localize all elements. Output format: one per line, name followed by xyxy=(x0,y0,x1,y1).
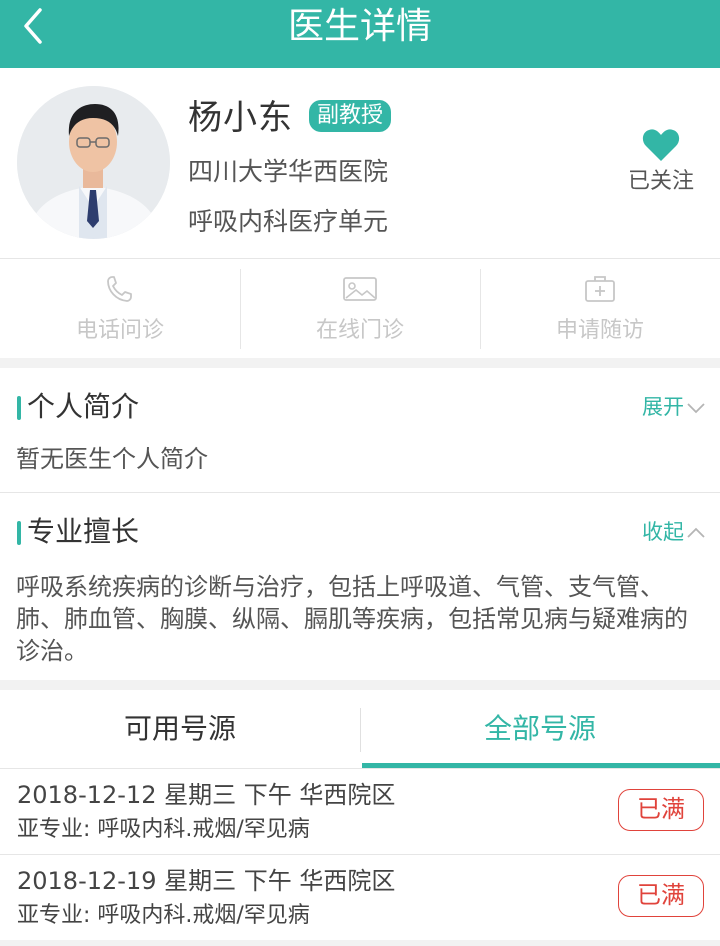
schedule-slot[interactable]: 2018-12-19 星期三 下午 华西院区 亚专业: 呼吸内科.戒烟/罕见病 … xyxy=(0,854,720,940)
phone-consult-label: 电话问诊 xyxy=(75,318,164,343)
slot-subspecialty: 亚专业: 呼吸内科.戒烟/罕见病 xyxy=(17,817,310,842)
tab-available-slots[interactable]: 可用号源 xyxy=(0,690,360,768)
phone-icon xyxy=(107,276,132,302)
slot-date: 2018-12-19 星期三 下午 华西院区 xyxy=(17,867,396,895)
consult-actions: 电话问诊 在线门诊 申请随访 xyxy=(0,258,720,358)
expertise-title: 专业擅长 xyxy=(27,515,140,548)
slot-subspecialty: 亚专业: 呼吸内科.戒烟/罕见病 xyxy=(17,903,310,928)
heart-icon xyxy=(642,129,680,161)
expertise-text: 呼吸系统疾病的诊断与治疗，包括上呼吸道、气管、支气管、肺、肺血管、胸膜、纵隔、膈… xyxy=(16,573,688,665)
medical-kit-icon xyxy=(585,276,615,302)
intro-section: 个人简介 展开 暂无医生个人简介 xyxy=(0,368,720,492)
follow-up-request-label: 申请随访 xyxy=(555,318,644,343)
doctor-hospital: 四川大学华西医院 xyxy=(188,157,389,186)
follow-up-request-button[interactable]: 申请随访 xyxy=(480,259,720,359)
section-marker xyxy=(17,396,21,420)
tab-all-slots[interactable]: 全部号源 xyxy=(360,690,720,768)
online-clinic-label: 在线门诊 xyxy=(315,318,404,343)
image-icon xyxy=(343,277,377,301)
expertise-collapse-button[interactable]: 收起 xyxy=(642,518,706,546)
intro-text: 暂无医生个人简介 xyxy=(16,445,208,473)
doctor-profile: 杨小东 副教授 四川大学华西医院 呼吸内科医疗单元 已关注 xyxy=(0,68,720,258)
slot-date: 2018-12-12 星期三 下午 华西院区 xyxy=(17,781,396,809)
section-marker xyxy=(17,521,21,545)
schedule-slot[interactable]: 2018-12-12 星期三 下午 华西院区 亚专业: 呼吸内科.戒烟/罕见病 … xyxy=(0,768,720,854)
expertise-collapse-label: 收起 xyxy=(642,520,684,544)
follow-button[interactable]: 已关注 xyxy=(618,128,704,196)
slot-full-badge[interactable]: 已满 xyxy=(618,875,704,917)
intro-expand-button[interactable]: 展开 xyxy=(642,393,706,421)
doctor-title-badge: 副教授 xyxy=(309,100,392,132)
online-clinic-button[interactable]: 在线门诊 xyxy=(240,259,480,359)
top-bar: 医生详情 xyxy=(0,0,720,68)
chevron-up-icon xyxy=(687,527,705,538)
intro-title: 个人简介 xyxy=(27,390,140,423)
expertise-section: 专业擅长 收起 呼吸系统疾病的诊断与治疗，包括上呼吸道、气管、支气管、肺、肺血管… xyxy=(0,492,720,680)
doctor-name: 杨小东 xyxy=(188,98,293,138)
slot-full-badge[interactable]: 已满 xyxy=(618,789,704,831)
chevron-down-icon xyxy=(687,403,705,414)
phone-consult-button[interactable]: 电话问诊 xyxy=(0,259,240,359)
page-title: 医生详情 xyxy=(287,6,432,47)
tab-divider xyxy=(360,708,361,752)
doctor-avatar xyxy=(17,86,170,239)
follow-label: 已关注 xyxy=(627,169,694,194)
doctor-department: 呼吸内科医疗单元 xyxy=(188,207,389,236)
intro-expand-label: 展开 xyxy=(642,395,684,419)
